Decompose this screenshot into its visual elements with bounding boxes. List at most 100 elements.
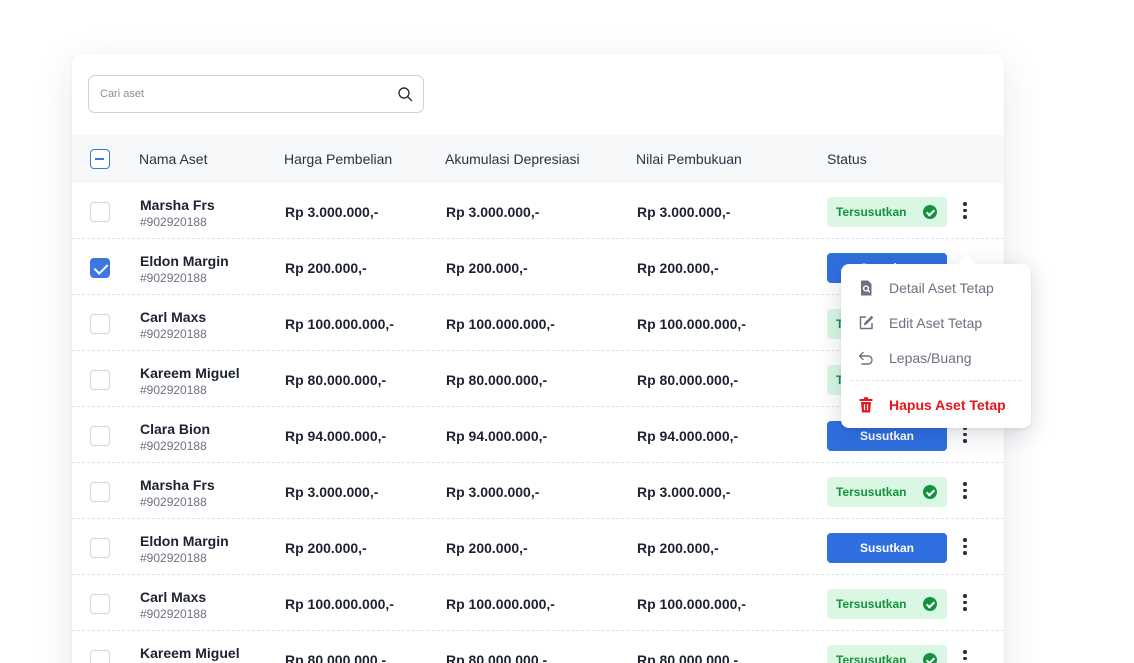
- asset-code: #902920188: [140, 383, 207, 397]
- asset-code: #902920188: [140, 327, 207, 341]
- menu-item-label: Detail Aset Tetap: [889, 280, 994, 296]
- asset-name: Kareem Miguel: [140, 365, 240, 381]
- row-checkbox[interactable]: [90, 314, 110, 334]
- book-value: Rp 200.000,-: [637, 260, 719, 276]
- purchase-price: Rp 100.000.000,-: [285, 596, 394, 612]
- table-header: Nama Aset Harga Pembelian Akumulasi Depr…: [72, 135, 1004, 183]
- status-badge: Tersusutkan: [827, 197, 947, 227]
- purchase-price: Rp 80.000.000,-: [285, 372, 387, 388]
- asset-code: #902920188: [140, 607, 207, 621]
- status-badge: Tersusutkan: [827, 645, 947, 663]
- book-value: Rp 80.000.000,-: [637, 372, 739, 388]
- accumulated-depreciation: Rp 3.000.000,-: [446, 484, 540, 500]
- undo-arrow-icon: [858, 351, 873, 365]
- more-options-icon[interactable]: [960, 594, 970, 614]
- more-options-icon[interactable]: [960, 538, 970, 558]
- row-checkbox[interactable]: [90, 426, 110, 446]
- row-checkbox[interactable]: [90, 370, 110, 390]
- more-options-icon[interactable]: [960, 482, 970, 502]
- row-checkbox[interactable]: [90, 482, 110, 502]
- row-checkbox[interactable]: [90, 538, 110, 558]
- asset-name: Clara Bion: [140, 421, 211, 437]
- accumulated-depreciation: Rp 80.000.000,-: [446, 652, 548, 663]
- asset-code: #902920188: [140, 551, 207, 565]
- menu-item-detail[interactable]: Detail Aset Tetap: [841, 271, 1031, 305]
- menu-item-edit[interactable]: Edit Aset Tetap: [841, 306, 1031, 340]
- purchase-price: Rp 200.000,-: [285, 540, 367, 556]
- column-header-book-value[interactable]: Nilai Pembukuan: [636, 135, 742, 183]
- menu-item-label: Lepas/Buang: [889, 350, 972, 366]
- accumulated-depreciation: Rp 100.000.000,-: [446, 316, 555, 332]
- book-value: Rp 100.000.000,-: [637, 596, 746, 612]
- book-value: Rp 100.000.000,-: [637, 316, 746, 332]
- asset-code: #902920188: [140, 215, 207, 229]
- asset-code: #902920188: [140, 271, 207, 285]
- accumulated-depreciation: Rp 3.000.000,-: [446, 204, 540, 220]
- table-row[interactable]: Marsha Frs #902920188 Rp 3.000.000,- Rp 3.0…: [72, 183, 1004, 239]
- search-input[interactable]: [100, 76, 380, 112]
- more-options-icon[interactable]: [960, 650, 970, 663]
- menu-item-label: Hapus Aset Tetap: [889, 397, 1006, 413]
- asset-name: Eldon Margin: [140, 533, 229, 549]
- status-label: Tersusutkan: [836, 653, 907, 663]
- menu-item-label: Edit Aset Tetap: [889, 315, 983, 331]
- search-icon[interactable]: [397, 86, 413, 102]
- status-label: Tersusutkan: [836, 485, 907, 499]
- row-checkbox[interactable]: [90, 202, 110, 222]
- book-value: Rp 3.000.000,-: [637, 484, 731, 500]
- menu-divider: [851, 380, 1021, 381]
- row-checkbox[interactable]: [90, 258, 110, 278]
- status-label: Tersusutkan: [836, 205, 907, 219]
- column-header-depreciation[interactable]: Akumulasi Depresiasi: [445, 135, 580, 183]
- more-options-icon[interactable]: [960, 426, 970, 446]
- menu-caret: [957, 254, 977, 265]
- row-checkbox[interactable]: [90, 650, 110, 663]
- more-options-icon[interactable]: [960, 202, 970, 222]
- book-value: Rp 80.000.000,-: [637, 652, 739, 663]
- column-header-purchase[interactable]: Harga Pembelian: [284, 135, 392, 183]
- accumulated-depreciation: Rp 200.000,-: [446, 540, 528, 556]
- purchase-price: Rp 3.000.000,-: [285, 204, 379, 220]
- table-row[interactable]: Kareem Miguel#902920188Rp 80.000.000,-Rp…: [72, 631, 1004, 663]
- asset-name: Kareem Miguel: [140, 645, 240, 661]
- asset-name: Carl Maxs: [140, 309, 207, 325]
- row-checkbox[interactable]: [90, 594, 110, 614]
- select-all-checkbox[interactable]: [90, 149, 110, 169]
- table-row[interactable]: Marsha Frs #902920188 Rp 3.000.000,- Rp 3.0…: [72, 463, 1004, 519]
- check-circle-icon: [923, 205, 937, 219]
- document-search-icon: [861, 280, 872, 296]
- purchase-price: Rp 100.000.000,-: [285, 316, 394, 332]
- asset-code: #902920188: [140, 495, 207, 509]
- status-badge: Tersusutkan: [827, 477, 947, 507]
- purchase-price: Rp 3.000.000,-: [285, 484, 379, 500]
- menu-item-dispose[interactable]: Lepas/Buang: [841, 341, 1031, 375]
- depreciate-button[interactable]: Susutkan: [827, 533, 947, 563]
- book-value: Rp 200.000,-: [637, 540, 719, 556]
- asset-name: Marsha Frs: [140, 197, 215, 213]
- column-header-status[interactable]: Status: [827, 135, 867, 183]
- purchase-price: Rp 80.000.000,-: [285, 652, 387, 663]
- check-circle-icon: [923, 653, 937, 663]
- asset-name: Carl Maxs: [140, 589, 207, 605]
- book-value: Rp 3.000.000,-: [637, 204, 731, 220]
- status-badge: Tersusutkan: [827, 589, 947, 619]
- row-action-menu: Detail Aset Tetap Edit Aset Tetap Lepas/…: [841, 254, 1031, 428]
- table-row[interactable]: Eldon Margin #902920188 Rp 200.000,- Rp 200…: [72, 519, 1004, 575]
- menu-item-delete[interactable]: Hapus Aset Tetap: [841, 388, 1031, 422]
- table-row[interactable]: Carl Maxs #902920188 Rp 100.000.000,- Rp 10…: [72, 575, 1004, 631]
- accumulated-depreciation: Rp 100.000.000,-: [446, 596, 555, 612]
- book-value: Rp 94.000.000,-: [637, 428, 739, 444]
- search-box[interactable]: [88, 75, 424, 113]
- check-circle-icon: [923, 597, 937, 611]
- accumulated-depreciation: Rp 94.000.000,-: [446, 428, 548, 444]
- accumulated-depreciation: Rp 200.000,-: [446, 260, 528, 276]
- trash-icon: [859, 397, 873, 413]
- status-label: Tersusutkan: [836, 597, 907, 611]
- purchase-price: Rp 200.000,-: [285, 260, 367, 276]
- asset-name: Marsha Frs: [140, 477, 215, 493]
- asset-name: Eldon Margin: [140, 253, 229, 269]
- accumulated-depreciation: Rp 80.000.000,-: [446, 372, 548, 388]
- purchase-price: Rp 94.000.000,-: [285, 428, 387, 444]
- edit-icon: [859, 315, 874, 330]
- column-header-name[interactable]: Nama Aset: [139, 135, 207, 183]
